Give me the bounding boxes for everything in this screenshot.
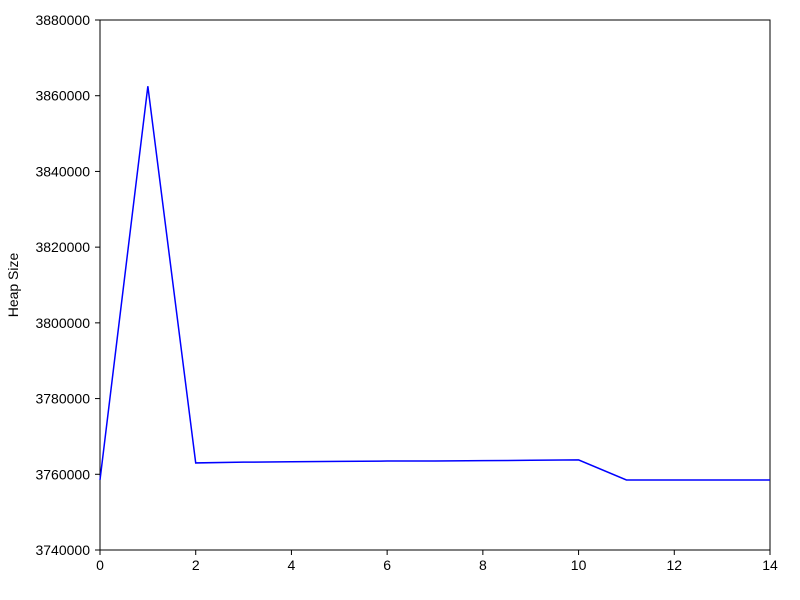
x-tick-label: 0 xyxy=(96,557,104,573)
y-tick-label: 3840000 xyxy=(35,163,90,179)
x-tick-label: 14 xyxy=(762,557,778,573)
chart-container: 0 2 4 6 8 10 12 14 3740000 3760000 3780000 3800000 3… xyxy=(0,0,800,600)
y-tick-label: 3800000 xyxy=(35,315,90,331)
data-series-line xyxy=(100,86,770,480)
y-tick-label: 3780000 xyxy=(35,391,90,407)
y-tick-label: 3860000 xyxy=(35,88,90,104)
x-tick-label: 4 xyxy=(288,557,296,573)
y-tick-label: 3760000 xyxy=(35,466,90,482)
y-tick-label: 3820000 xyxy=(35,239,90,255)
y-tick-label: 3880000 xyxy=(35,12,90,28)
x-tick-label: 6 xyxy=(383,557,391,573)
x-tick-label: 10 xyxy=(571,557,587,573)
y-tick-label: 3740000 xyxy=(35,542,90,558)
y-axis-label: Heap Size xyxy=(5,252,21,317)
line-chart: 0 2 4 6 8 10 12 14 3740000 3760000 3780000 3800000 3… xyxy=(0,0,800,600)
x-tick-label: 8 xyxy=(479,557,487,573)
x-tick-label: 12 xyxy=(666,557,682,573)
x-tick-label: 2 xyxy=(192,557,200,573)
